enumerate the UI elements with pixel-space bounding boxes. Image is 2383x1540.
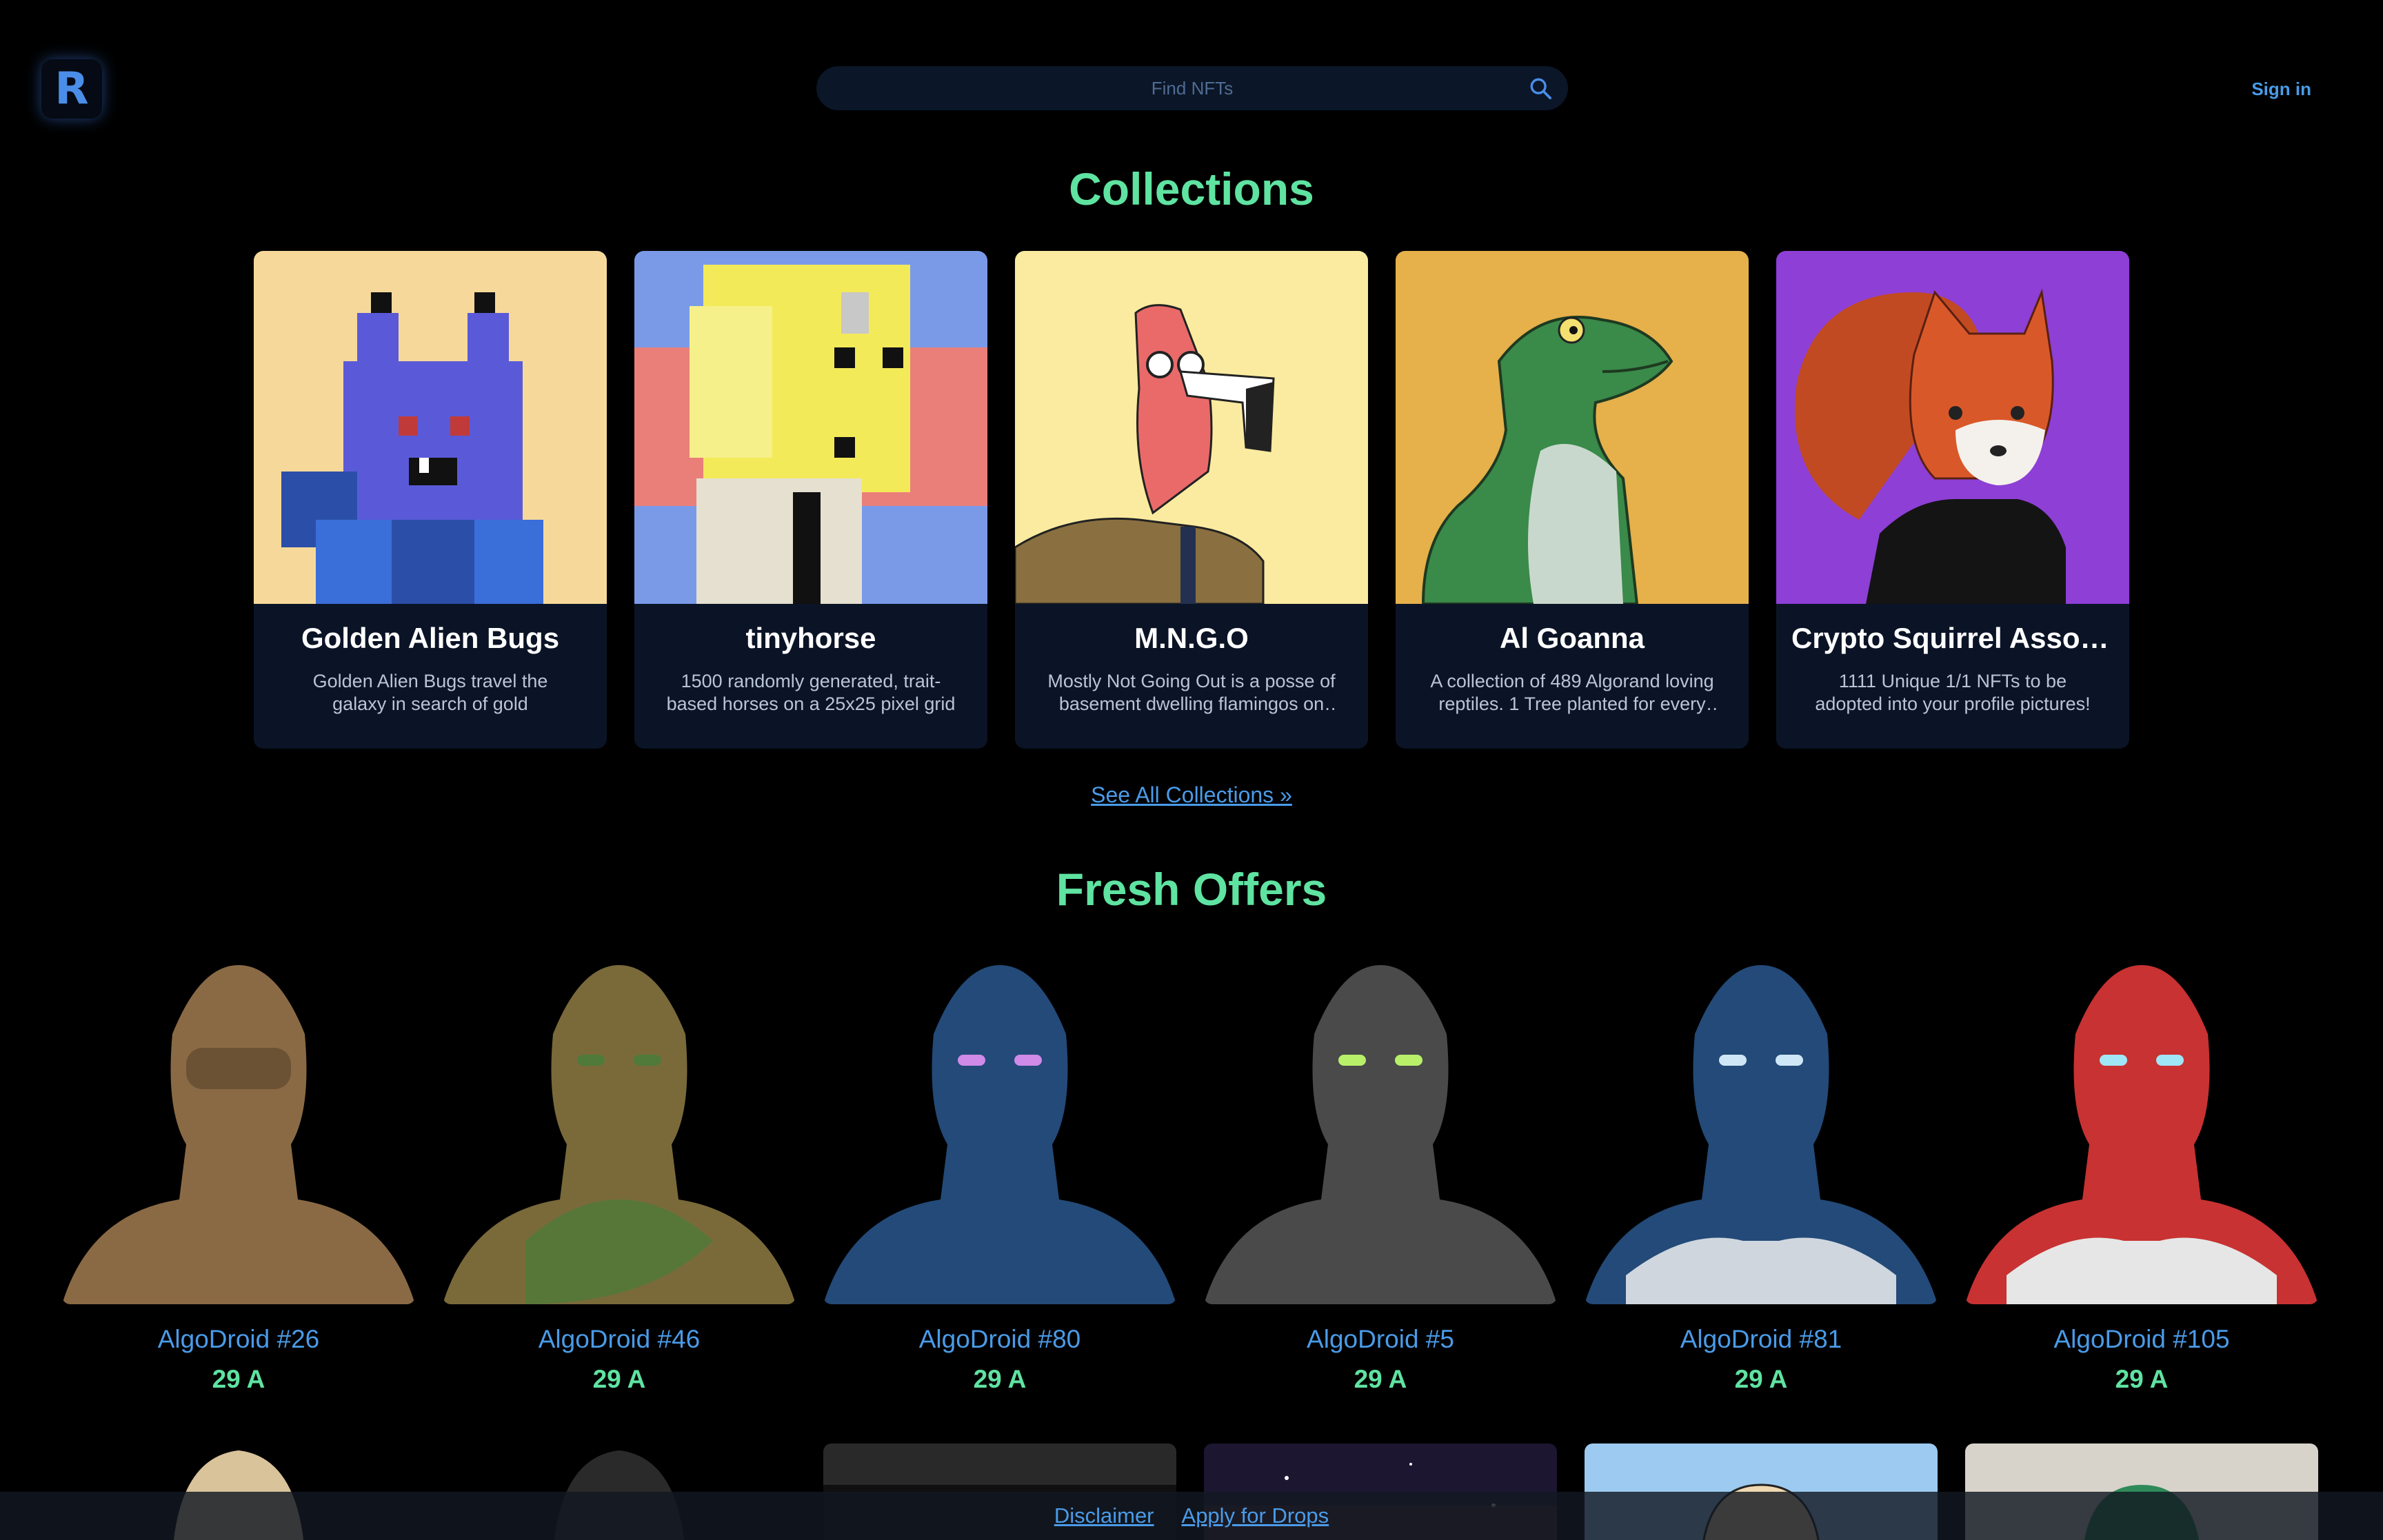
offer-card[interactable]: AlgoDroid #26 29 A [62,951,415,1394]
collection-description: 1500 randomly generated, trait-based hor… [666,671,956,714]
collection-image [1396,251,1749,604]
offer-name: AlgoDroid #105 [2053,1325,2230,1353]
offer-price: 29 A [973,1365,1027,1393]
offer-name: AlgoDroid #26 [157,1325,320,1353]
collection-name: tinyhorse [745,622,876,654]
collection-image [254,251,607,604]
collection-image [1015,251,1368,604]
offer-name: AlgoDroid #5 [1307,1325,1454,1353]
collection-card-tinyhorse[interactable]: tinyhorse 1500 randomly generated, trait… [634,251,987,749]
apply-for-drops-link[interactable]: Apply for Drops [1182,1503,1329,1528]
offer-card[interactable]: AlgoDroid #105 29 A [1965,951,2318,1394]
offer-image [1585,951,1938,1304]
offer-image [1204,951,1557,1304]
offer-card[interactable]: AlgoDroid #5 29 A [1204,951,1557,1394]
offer-image [1965,951,2318,1304]
collection-card-golden-alien-bugs[interactable]: Golden Alien Bugs Golden Alien Bugs trav… [254,251,607,749]
offer-card[interactable]: AlgoDroid #81 29 A [1585,951,1938,1394]
collection-description: A collection of 489 Algorand loving rept… [1430,671,1714,714]
collection-description: Mostly Not Going Out is a posse of basem… [1047,671,1336,714]
offer-name: AlgoDroid #81 [1680,1325,1842,1353]
see-all-collections-container: See All Collections » [0,782,2383,808]
footer-bar: Disclaimer Apply for Drops [0,1492,2383,1540]
fresh-offers-title: Fresh Offers [1056,864,1327,915]
offer-image [823,951,1176,1304]
offer-price: 29 A [1734,1365,1788,1393]
collection-image [634,251,987,604]
app-logo[interactable]: R [41,59,102,119]
collection-card-crypto-squirrel[interactable]: Crypto Squirrel Association 1111 Unique … [1776,251,2129,749]
search-bar[interactable] [816,66,1568,110]
offer-name: AlgoDroid #46 [538,1325,701,1353]
collections-title: Collections [1069,163,1314,214]
see-all-collections-link[interactable]: See All Collections » [1091,782,1292,807]
collection-name: M.N.G.O [1134,622,1249,654]
offer-name: AlgoDroid #80 [918,1325,1081,1353]
search-icon[interactable] [1513,66,1568,110]
collection-card-al-goanna[interactable]: Al Goanna A collection of 489 Algorand l… [1396,251,1749,749]
search-input[interactable] [816,66,1513,110]
collection-name: Al Goanna [1499,622,1645,654]
collection-description: 1111 Unique 1/1 NFTs to be adopted into … [1815,671,2091,714]
collection-name: Crypto Squirrel Association [1791,622,2129,654]
collection-image [1776,251,2129,604]
disclaimer-link[interactable]: Disclaimer [1054,1503,1154,1528]
collection-description: Golden Alien Bugs travel the galaxy in s… [312,671,548,714]
offer-price: 29 A [592,1365,646,1393]
collection-name: Golden Alien Bugs [301,622,560,654]
collections-row: Golden Alien Bugs Golden Alien Bugs trav… [254,251,2129,749]
offers-row: AlgoDroid #26 29 A AlgoDroid #46 29 A Al… [62,951,2318,1394]
logo-letter: R [54,63,89,114]
offer-image [62,951,415,1304]
offer-price: 29 A [212,1365,265,1393]
offer-card[interactable]: AlgoDroid #80 29 A [823,951,1176,1394]
offer-image [443,951,796,1304]
offer-price: 29 A [1354,1365,1407,1393]
collection-card-mngo[interactable]: M.N.G.O Mostly Not Going Out is a posse … [1015,251,1368,749]
sign-in-link[interactable]: Sign in [2251,79,2311,100]
offer-card[interactable]: AlgoDroid #46 29 A [443,951,796,1394]
offer-price: 29 A [2115,1365,2169,1393]
